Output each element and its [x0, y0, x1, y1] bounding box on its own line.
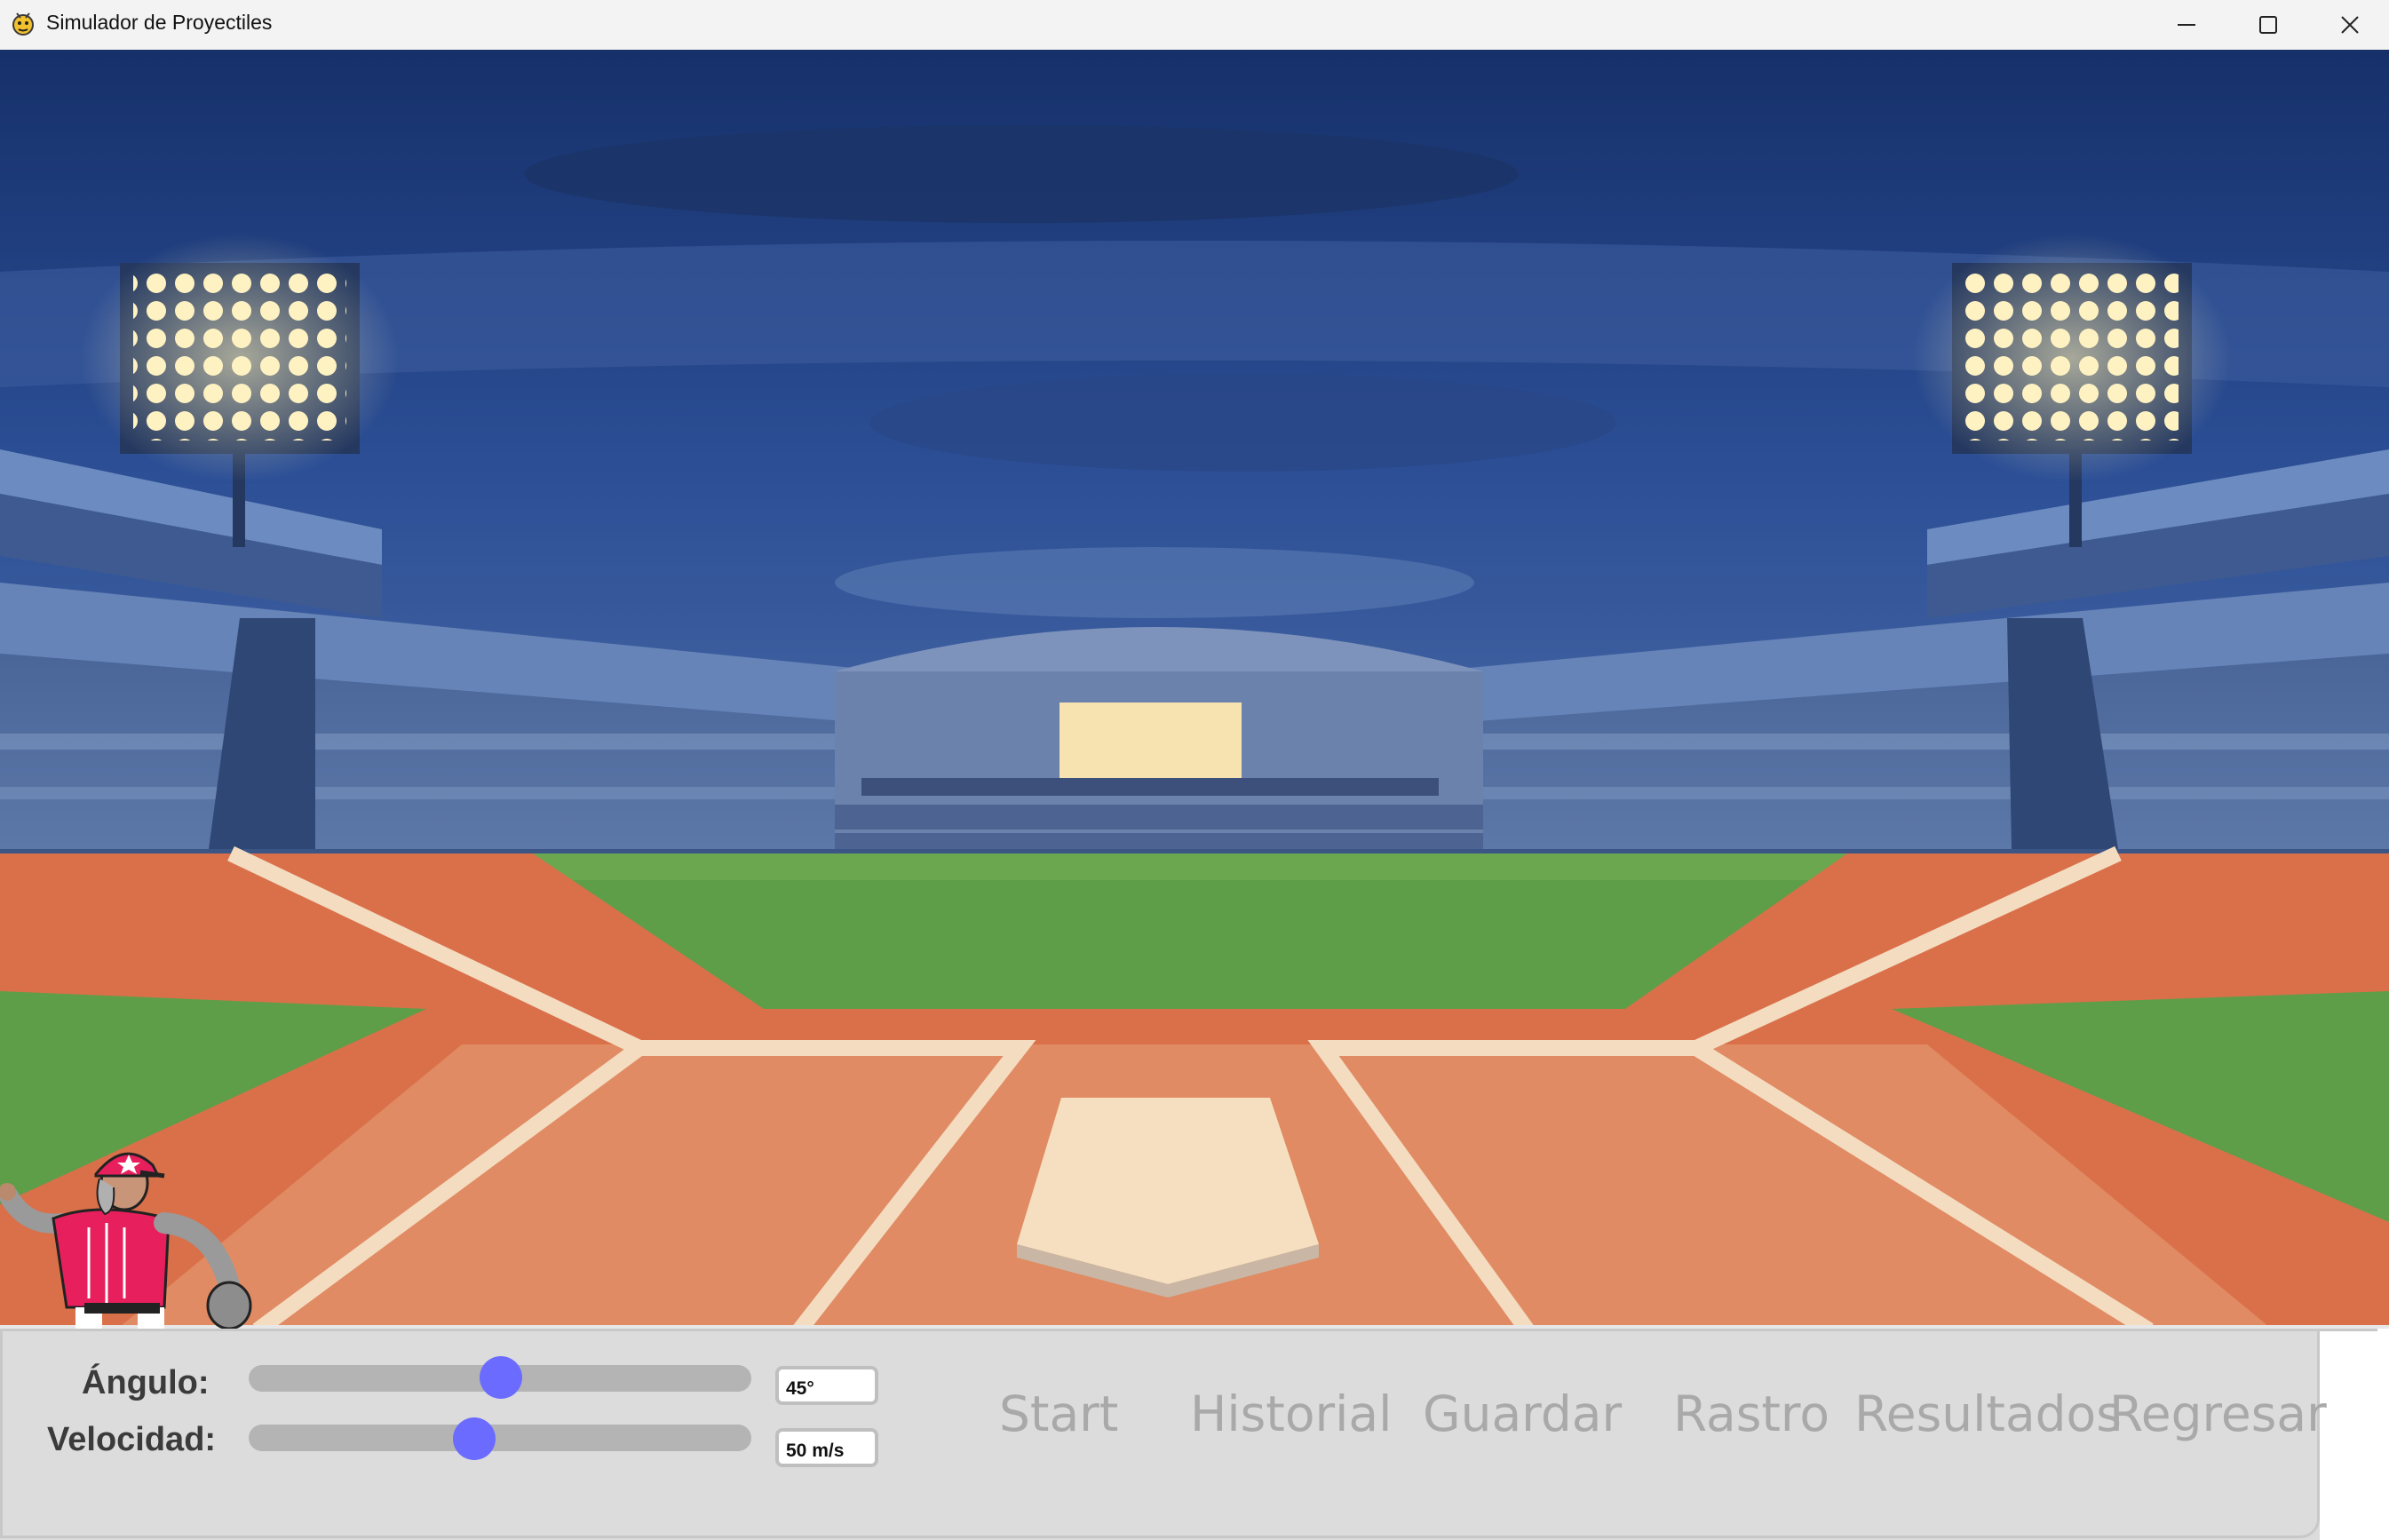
maximize-icon — [2259, 16, 2277, 34]
velocity-value-field[interactable]: 50 m/s — [775, 1428, 878, 1467]
panel-divider — [2320, 1329, 2377, 1331]
close-icon — [2341, 16, 2359, 34]
velocity-slider-track[interactable] — [249, 1425, 751, 1451]
angle-slider-thumb[interactable] — [480, 1356, 522, 1399]
window-title: Simulador de Proyectiles — [46, 11, 273, 34]
pitcher-sprite — [0, 1152, 252, 1330]
minimize-icon — [2178, 24, 2195, 26]
back-button[interactable]: Regresar — [2109, 1385, 2327, 1442]
stadium-background — [0, 50, 2389, 1330]
panel-gap — [2320, 1329, 2389, 1540]
start-button[interactable]: Start — [999, 1385, 1118, 1442]
history-button[interactable]: Historial — [1190, 1385, 1392, 1442]
minimize-button[interactable] — [2146, 0, 2227, 50]
angle-label: Ángulo: — [82, 1364, 210, 1401]
close-button[interactable] — [2309, 0, 2389, 50]
angle-value-field[interactable]: 45° — [775, 1366, 878, 1405]
app-icon — [12, 12, 34, 36]
velocity-slider-thumb[interactable] — [453, 1417, 496, 1460]
velocity-label: Velocidad: — [47, 1421, 217, 1458]
trace-button[interactable]: Rastro — [1673, 1385, 1829, 1442]
stadium-scene — [0, 50, 2389, 1330]
results-button[interactable]: Resultados — [1854, 1385, 2122, 1442]
maximize-button[interactable] — [2227, 0, 2309, 50]
title-bar: Simulador de Proyectiles — [0, 0, 2389, 51]
save-button[interactable]: Guardar — [1423, 1385, 1622, 1442]
